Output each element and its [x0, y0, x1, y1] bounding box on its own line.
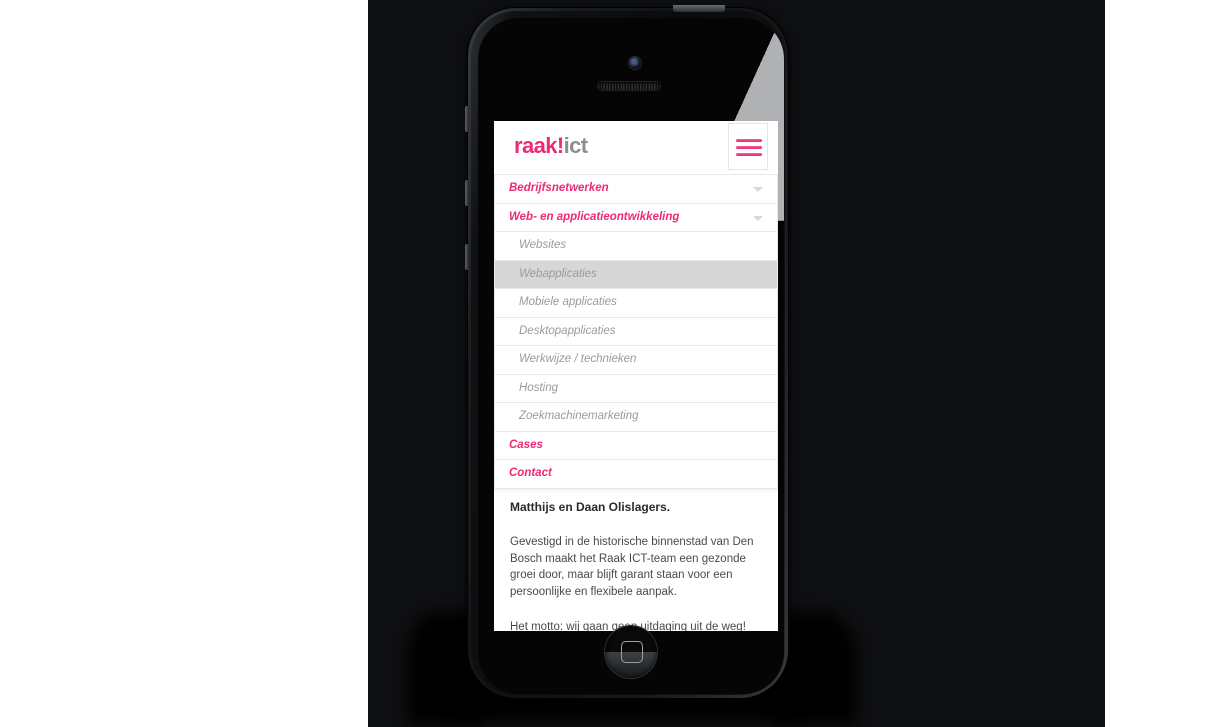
- content-lead-text: Matthijs en Daan Olislagers.: [510, 499, 671, 514]
- device-face: raak!ict Bedrijfsnetwerken Web- en appli…: [478, 18, 784, 694]
- nav-item-contact[interactable]: Contact: [494, 460, 778, 489]
- nav-item-label: Web- en applicatieontwikkeling: [509, 210, 680, 223]
- nav-item-label: Bedrijfsnetwerken: [509, 182, 609, 194]
- logo-suffix-text: ict: [563, 133, 588, 158]
- smartphone-mockup: raak!ict Bedrijfsnetwerken Web- en appli…: [465, 5, 788, 698]
- nav-item-bedrijfsnetwerken[interactable]: Bedrijfsnetwerken: [494, 175, 778, 204]
- nav-item-label: Cases: [509, 438, 543, 451]
- nav-item-werkwijze-technieken[interactable]: Werkwijze / technieken: [494, 346, 778, 375]
- chevron-down-icon[interactable]: [753, 187, 763, 192]
- mobile-nav-menu: Bedrijfsnetwerken Web- en applicatieontw…: [494, 175, 778, 489]
- nav-item-hosting[interactable]: Hosting: [494, 374, 778, 403]
- nav-item-desktopapplicaties[interactable]: Desktopapplicaties: [494, 317, 778, 346]
- nav-item-webapplicaties[interactable]: Webapplicaties: [494, 260, 778, 289]
- nav-item-web-en-applicatieontwikkeling[interactable]: Web- en applicatieontwikkeling: [494, 203, 778, 232]
- volume-up-button[interactable]: [465, 180, 469, 206]
- nav-item-label: Websites: [519, 239, 567, 251]
- nav-item-mobiele-applicaties[interactable]: Mobiele applicaties: [494, 289, 778, 318]
- nav-item-zoekmachinemarketing[interactable]: Zoekmachinemarketing: [494, 403, 778, 432]
- home-button[interactable]: [605, 626, 657, 678]
- hamburger-bar-2-icon: [736, 146, 762, 149]
- site-logo[interactable]: raak!ict: [514, 133, 588, 158]
- earpiece-speaker-icon: [598, 82, 660, 90]
- hamburger-menu-button[interactable]: [728, 123, 768, 170]
- chevron-down-icon[interactable]: [753, 215, 763, 221]
- phone-screen: raak!ict Bedrijfsnetwerken Web- en appli…: [494, 121, 778, 631]
- silent-switch[interactable]: [465, 106, 469, 132]
- nav-item-websites[interactable]: Websites: [494, 232, 778, 261]
- site-header: raak!ict: [494, 121, 778, 175]
- nav-item-label: Werkwijze / technieken: [519, 353, 637, 365]
- page-content: Matthijs en Daan Olislagers. Gevestigd i…: [494, 489, 778, 632]
- front-camera-icon: [629, 57, 641, 69]
- device-bezel: raak!ict Bedrijfsnetwerken Web- en appli…: [471, 11, 785, 695]
- nav-item-label: Hosting: [519, 381, 558, 394]
- nav-item-label: Webapplicaties: [519, 267, 597, 280]
- content-paragraph-1: Gevestigd in de historische binnenstad v…: [510, 535, 754, 598]
- logo-brand-text: raak!: [514, 133, 564, 158]
- nav-item-label: Desktopapplicaties: [519, 324, 616, 337]
- hamburger-bar-3-icon: [736, 153, 762, 156]
- home-square-icon: [621, 641, 643, 663]
- power-button[interactable]: [673, 5, 725, 12]
- nav-item-cases[interactable]: Cases: [494, 431, 778, 460]
- nav-item-label: Zoekmachinemarketing: [519, 410, 639, 422]
- nav-item-label: Mobiele applicaties: [519, 296, 617, 308]
- nav-item-label: Contact: [509, 467, 552, 479]
- page-stage: raak!ict Bedrijfsnetwerken Web- en appli…: [0, 0, 1232, 727]
- hamburger-bar-1-icon: [736, 139, 762, 142]
- volume-down-button[interactable]: [465, 244, 469, 270]
